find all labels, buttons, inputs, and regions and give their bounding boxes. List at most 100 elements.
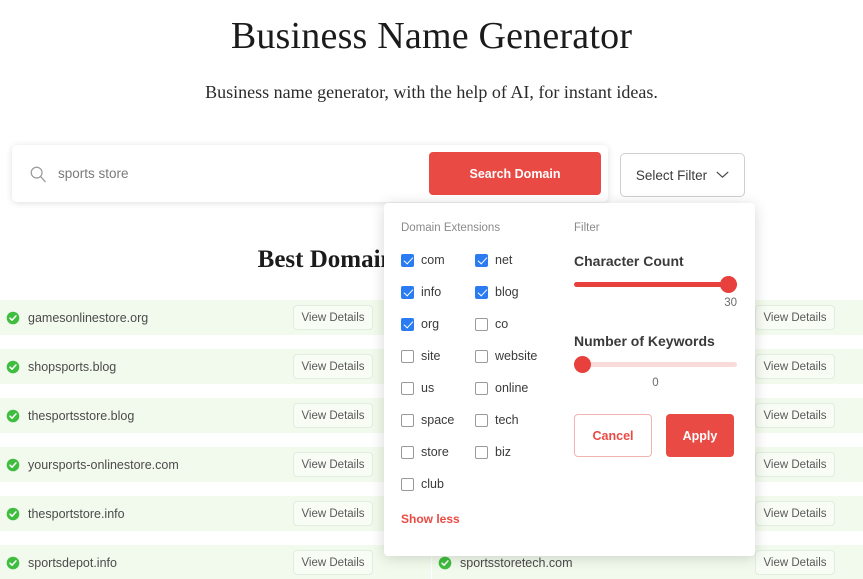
filter-section: Filter Character Count 30 Number of Keyw… <box>574 203 755 556</box>
checkbox-icon[interactable] <box>401 317 414 331</box>
check-circle-icon <box>438 556 452 569</box>
checkbox-icon[interactable] <box>475 381 488 395</box>
apply-button[interactable]: Apply <box>666 414 734 457</box>
view-details-button[interactable]: View Details <box>293 305 373 330</box>
filter-dropdown-panel: Domain Extensions com net info blog org co sit… <box>384 203 755 556</box>
checkbox-icon[interactable] <box>401 253 414 267</box>
extension-label: club <box>421 477 444 491</box>
checkbox-icon[interactable] <box>401 381 414 395</box>
domain-name: sportsstoretech.com <box>460 555 573 570</box>
domain-name: shopsports.blog <box>28 359 117 374</box>
view-details-button[interactable]: View Details <box>293 550 373 575</box>
extension-label: website <box>495 349 538 363</box>
checkbox-icon[interactable] <box>475 445 488 459</box>
search-icon <box>30 166 46 182</box>
search-input[interactable] <box>47 145 429 202</box>
view-details-button[interactable]: View Details <box>293 501 373 526</box>
domain-name: yoursports-onlinestore.com <box>28 457 179 472</box>
search-domain-button[interactable]: Search Domain <box>429 152 601 195</box>
character-count-value: 30 <box>724 297 737 309</box>
extension-label: org <box>421 317 440 331</box>
checkbox-icon[interactable] <box>401 477 414 491</box>
view-details-button[interactable]: View Details <box>293 452 373 477</box>
extension-label: online <box>495 381 529 395</box>
view-details-button[interactable]: View Details <box>293 403 373 428</box>
extension-label: co <box>495 317 509 331</box>
search-bar: Search Domain <box>12 145 608 202</box>
extension-checkbox-blog[interactable]: blog <box>475 285 574 299</box>
domain-name: thesportstore.info <box>28 506 125 521</box>
domain-extensions-section: Domain Extensions com net info blog org co sit… <box>384 203 574 556</box>
page-title: Business Name Generator <box>230 15 633 57</box>
filter-caption: Filter <box>574 222 600 234</box>
view-details-button[interactable]: View Details <box>755 305 835 330</box>
extension-checkbox-tech[interactable]: tech <box>475 413 574 427</box>
domain-extensions-grid: com net info blog org co site website us online sp… <box>401 253 574 491</box>
filter-panel-actions: Cancel Apply <box>574 414 737 457</box>
show-less-link[interactable]: Show less <box>401 512 460 526</box>
checkbox-icon[interactable] <box>401 285 414 299</box>
character-count-filter: Character Count 30 <box>574 253 737 309</box>
checkbox-icon[interactable] <box>475 413 488 427</box>
view-details-button[interactable]: View Details <box>293 354 373 379</box>
extension-checkbox-co[interactable]: co <box>475 317 574 331</box>
view-details-button[interactable]: View Details <box>755 403 835 428</box>
view-details-button[interactable]: View Details <box>755 501 835 526</box>
extension-checkbox-site[interactable]: site <box>401 349 475 363</box>
check-circle-icon <box>6 311 20 324</box>
extension-checkbox-info[interactable]: info <box>401 285 475 299</box>
domain-extensions-caption: Domain Extensions <box>401 222 501 234</box>
character-count-label: Character Count <box>574 253 684 269</box>
character-count-slider-fill <box>574 282 737 287</box>
view-details-button[interactable]: View Details <box>755 452 835 477</box>
page-root: Business Name Generator Business name ge… <box>0 0 863 579</box>
number-of-keywords-slider-thumb[interactable] <box>574 356 591 373</box>
extension-label: space <box>421 413 455 427</box>
number-of-keywords-filter: Number of Keywords 0 <box>574 333 737 389</box>
extension-checkbox-space[interactable]: space <box>401 413 475 427</box>
view-details-button[interactable]: View Details <box>755 354 835 379</box>
domain-result-row: yoursports-onlinestore.com View Details <box>0 447 431 482</box>
domain-result-row: sportsdepot.info View Details <box>0 545 431 579</box>
checkbox-icon[interactable] <box>475 317 488 331</box>
extension-label: biz <box>495 445 511 459</box>
checkbox-icon[interactable] <box>401 349 414 363</box>
character-count-slider-thumb[interactable] <box>720 276 737 293</box>
checkbox-icon[interactable] <box>475 285 488 299</box>
extension-checkbox-net[interactable]: net <box>475 253 574 267</box>
extension-checkbox-com[interactable]: com <box>401 253 475 267</box>
view-details-button[interactable]: View Details <box>755 550 835 575</box>
check-circle-icon <box>6 556 20 569</box>
extension-label: site <box>421 349 441 363</box>
checkbox-icon[interactable] <box>401 413 414 427</box>
check-circle-icon <box>6 409 20 422</box>
number-of-keywords-slider[interactable] <box>574 356 737 373</box>
extension-label: net <box>495 253 513 267</box>
domain-name: gamesonlinestore.org <box>28 310 149 325</box>
extension-label: us <box>421 381 435 395</box>
extension-label: com <box>421 253 445 267</box>
extension-label: store <box>421 445 449 459</box>
extension-checkbox-org[interactable]: org <box>401 317 475 331</box>
checkbox-icon[interactable] <box>475 253 488 267</box>
extension-checkbox-club[interactable]: club <box>401 477 475 491</box>
domain-result-row: thesportstore.info View Details <box>0 496 431 531</box>
number-of-keywords-label: Number of Keywords <box>574 333 715 349</box>
number-of-keywords-value: 0 <box>652 377 659 389</box>
select-filter-label: Select Filter <box>635 167 708 183</box>
extension-label: info <box>421 285 442 299</box>
extension-checkbox-online[interactable]: online <box>475 381 574 395</box>
cancel-button[interactable]: Cancel <box>574 414 652 457</box>
chevron-down-icon <box>716 171 729 178</box>
domain-name: sportsdepot.info <box>28 555 117 570</box>
extension-checkbox-us[interactable]: us <box>401 381 475 395</box>
extension-checkbox-biz[interactable]: biz <box>475 445 574 459</box>
checkbox-icon[interactable] <box>475 349 488 363</box>
check-circle-icon <box>6 360 20 373</box>
select-filter-dropdown[interactable]: Select Filter <box>620 153 745 197</box>
extension-checkbox-website[interactable]: website <box>475 349 574 363</box>
extension-checkbox-store[interactable]: store <box>401 445 475 459</box>
checkbox-icon[interactable] <box>401 445 414 459</box>
check-circle-icon <box>6 458 20 471</box>
character-count-slider[interactable] <box>574 276 737 293</box>
